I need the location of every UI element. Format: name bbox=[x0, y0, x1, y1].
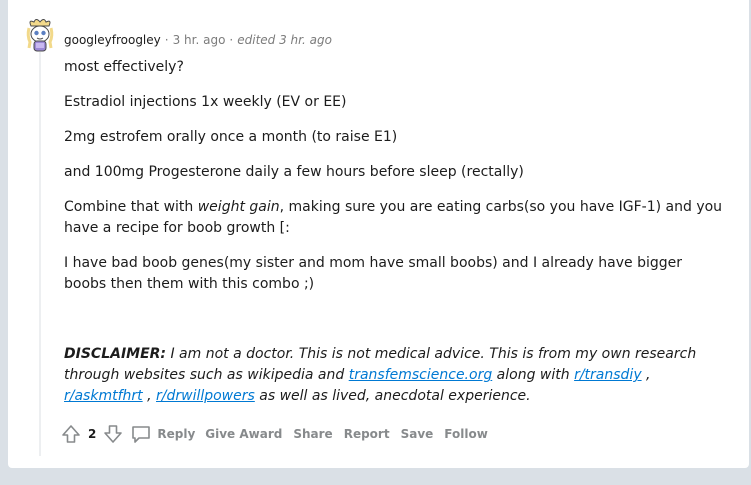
vote-score: 2 bbox=[88, 427, 97, 441]
link-transdiy[interactable]: r/transdiy bbox=[574, 367, 642, 383]
comment-bubble-icon bbox=[130, 423, 152, 445]
comment-actions: 2 Reply Give Award Share Report Save Fol… bbox=[60, 422, 493, 446]
text-span: , bbox=[641, 367, 651, 383]
comment-meta: googleyfroogley · 3 hr. ago · edited 3 h… bbox=[64, 32, 332, 48]
timestamp[interactable]: 3 hr. ago bbox=[173, 33, 226, 47]
link-drwillpowers[interactable]: r/drwillpowers bbox=[156, 388, 255, 404]
comment-paragraph: Combine that with weight gain, making su… bbox=[64, 197, 724, 239]
disclaimer-label: DISCLAIMER: bbox=[64, 346, 167, 362]
report-button[interactable]: Report bbox=[339, 423, 395, 445]
follow-button[interactable]: Follow bbox=[439, 423, 493, 445]
share-button[interactable]: Share bbox=[288, 423, 337, 445]
snoo-avatar-icon[interactable] bbox=[25, 18, 55, 54]
meta-separator: · bbox=[164, 33, 169, 47]
link-transfemscience[interactable]: transfemscience.org bbox=[349, 367, 493, 383]
comment-paragraph: I have bad boob genes(my sister and mom … bbox=[64, 255, 682, 292]
username-link[interactable]: googleyfroogley bbox=[64, 33, 161, 47]
vote-controls: 2 bbox=[60, 423, 124, 445]
text-span: , bbox=[142, 388, 156, 404]
reply-label: Reply bbox=[157, 427, 196, 441]
upvote-arrow-icon[interactable] bbox=[60, 423, 82, 445]
comment-paragraph: 2mg estrofem orally once a month (to rai… bbox=[64, 129, 398, 145]
comment-paragraph: most effectively? bbox=[64, 59, 184, 75]
meta-separator: · bbox=[229, 33, 234, 47]
comment-paragraph: Estradiol injections 1x weekly (EV or EE… bbox=[64, 94, 347, 110]
edited-label: edited 3 hr. ago bbox=[237, 33, 332, 47]
link-askmtfhrt[interactable]: r/askmtfhrt bbox=[64, 388, 143, 404]
comment-card: googleyfroogley · 3 hr. ago · edited 3 h… bbox=[8, 0, 749, 468]
reply-button[interactable]: Reply bbox=[126, 421, 199, 447]
disclaimer-paragraph: DISCLAIMER: I am not a doctor. This is n… bbox=[64, 344, 724, 407]
downvote-arrow-icon[interactable] bbox=[102, 423, 124, 445]
emphasis-text: weight gain bbox=[197, 199, 280, 215]
text-span: along with bbox=[492, 367, 575, 383]
thread-line[interactable] bbox=[39, 52, 41, 456]
text-span: Combine that with bbox=[64, 199, 198, 215]
comment-body: most effectively? Estradiol injections 1… bbox=[64, 57, 724, 421]
save-button[interactable]: Save bbox=[396, 423, 439, 445]
text-span: as well as lived, anecdotal experience. bbox=[254, 388, 531, 404]
comment-paragraph: and 100mg Progesterone daily a few hours… bbox=[64, 164, 524, 180]
give-award-button[interactable]: Give Award bbox=[200, 423, 287, 445]
